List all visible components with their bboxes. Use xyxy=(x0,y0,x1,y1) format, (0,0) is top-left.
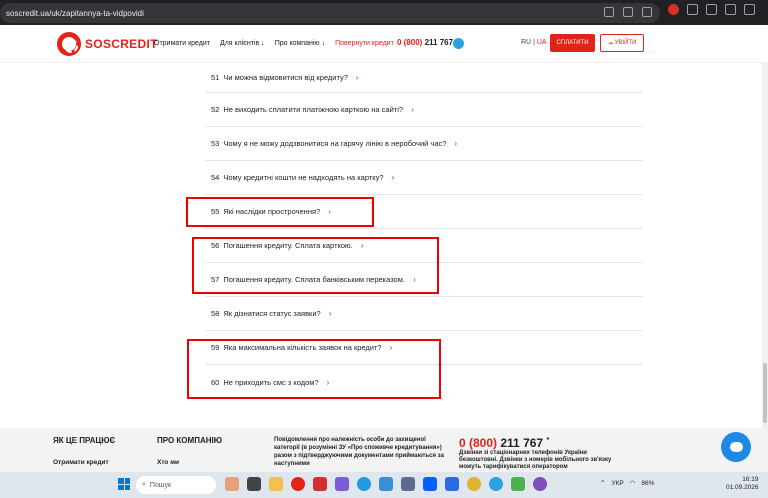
site-footer: ЯК ЦЕ ПРАЦЮЄ Отримати кредит ПРО КОМПАНІ… xyxy=(0,428,768,472)
faq-item[interactable]: 53 Чому я не можу додзвонитися на гарячу… xyxy=(205,127,643,161)
profile-icon[interactable] xyxy=(725,4,736,15)
viber-icon[interactable] xyxy=(533,477,547,491)
sidebar-icon[interactable] xyxy=(706,4,717,15)
faq-item[interactable]: 58 Як дізнатися статус заявки? › xyxy=(205,297,643,331)
lang-ru[interactable]: RU xyxy=(521,39,531,46)
footer-link-get-credit[interactable]: Отримати кредит xyxy=(53,459,109,466)
zoom-icon[interactable] xyxy=(604,7,614,17)
edge-icon[interactable] xyxy=(357,477,371,491)
logo[interactable]: SOSCREDIT xyxy=(57,32,158,56)
eye-off-icon[interactable] xyxy=(623,7,633,17)
menu-icon[interactable] xyxy=(744,4,755,15)
windows-start-icon[interactable] xyxy=(118,478,130,490)
footer-how-it-works-title: ЯК ЦЕ ПРАЦЮЄ xyxy=(53,436,116,445)
footer-phone[interactable]: 0 (800) 211 767 * xyxy=(459,436,549,450)
dropbox-icon[interactable] xyxy=(423,477,437,491)
app-green-icon[interactable] xyxy=(511,477,525,491)
nav-about[interactable]: Про компанію ↓ xyxy=(275,40,325,47)
extensions-puzzle-icon[interactable] xyxy=(687,4,698,15)
extension-icon[interactable] xyxy=(668,4,679,15)
address-bar[interactable]: soscredit.ua/uk/zapitannya-ta-vidpovidi xyxy=(0,3,660,23)
highlight-box xyxy=(192,237,439,294)
chevron-right-icon: › xyxy=(328,309,332,318)
faq-item[interactable]: 51 Чи можна відмовитися від кредиту? › xyxy=(205,63,643,93)
widgets-icon[interactable] xyxy=(225,477,239,491)
site-header: SOSCREDIT Отримати кредит Для клієнтів ↓… xyxy=(0,25,768,63)
system-tray: ⌃ УКР ◠ 86% xyxy=(600,479,654,488)
chat-button[interactable] xyxy=(721,432,751,462)
pay-button[interactable]: СПЛАТИТИ xyxy=(550,34,595,52)
os-taskbar: ⌕ Пошук ⌃ УКР ◠ 86% 16:19 01.09.2026 xyxy=(0,472,768,498)
logo-text: SOSCREDIT xyxy=(85,37,158,51)
telegram-icon[interactable] xyxy=(453,38,464,49)
login-icon: ⇥ xyxy=(607,40,613,47)
file-explorer-icon[interactable] xyxy=(269,477,283,491)
app-store-icon[interactable] xyxy=(445,477,459,491)
highlight-box xyxy=(187,339,441,399)
nav-for-clients[interactable]: Для клієнтів ↓ xyxy=(220,40,265,47)
lang-ua[interactable]: UA xyxy=(537,39,547,46)
footer-notice: Повідомлення про належність особи до зах… xyxy=(274,437,444,467)
faq-item[interactable]: 54 Чому кредитні кошти не надходять на к… xyxy=(205,161,643,195)
taskbar-clock[interactable]: 16:19 01.09.2026 xyxy=(726,476,759,492)
chat-icon xyxy=(729,442,743,452)
tray-chevron-icon[interactable]: ⌃ xyxy=(600,479,605,487)
page-scrollbar[interactable] xyxy=(762,63,768,428)
task-view-icon[interactable] xyxy=(247,477,261,491)
login-button[interactable]: ⇥ УВІЙТИ xyxy=(600,34,644,52)
photos-icon[interactable] xyxy=(379,477,393,491)
scroll-thumb[interactable] xyxy=(763,363,767,423)
chevron-right-icon: › xyxy=(454,139,458,148)
search-icon: ⌕ xyxy=(142,481,146,488)
taskbar-search[interactable]: ⌕ Пошук xyxy=(136,476,216,494)
language-switch: RU | UA xyxy=(521,39,547,46)
nav-get-credit[interactable]: Отримати кредит xyxy=(154,40,210,47)
opera-icon[interactable] xyxy=(291,477,305,491)
chrome-icon[interactable] xyxy=(467,477,481,491)
browser-toolbar: soscredit.ua/uk/zapitannya-ta-vidpovidi xyxy=(0,0,768,25)
battery-level[interactable]: 86% xyxy=(641,480,654,487)
header-phone[interactable]: 0 (800) 211 767 xyxy=(397,38,453,47)
app-people-icon[interactable] xyxy=(401,477,415,491)
url-text[interactable]: soscredit.ua/uk/zapitannya-ta-vidpovidi xyxy=(6,9,144,18)
telegram-taskbar-icon[interactable] xyxy=(489,477,503,491)
lifebuoy-icon xyxy=(57,32,81,56)
app-copilot-icon[interactable] xyxy=(335,477,349,491)
bookmark-star-icon[interactable] xyxy=(642,7,652,17)
app-l-icon[interactable] xyxy=(313,477,327,491)
chevron-right-icon: › xyxy=(411,105,414,114)
faq-item[interactable]: 52 Не виходить сплатити платіжною картко… xyxy=(205,93,643,127)
chevron-right-icon: › xyxy=(355,73,359,82)
main-nav: Отримати кредит Для клієнтів ↓ Про компа… xyxy=(154,40,394,47)
input-language[interactable]: УКР xyxy=(611,480,623,487)
footer-link-who-we-are[interactable]: Хто ми xyxy=(157,459,179,466)
footer-about-title: ПРО КОМПАНІЮ xyxy=(157,436,222,445)
footer-phone-note: Дзвінки зі стаціонарних телефонів Україн… xyxy=(459,450,612,470)
chevron-right-icon: › xyxy=(391,173,395,182)
wifi-icon[interactable]: ◠ xyxy=(630,479,636,487)
nav-repay-credit[interactable]: Повернути кредит xyxy=(335,40,394,47)
highlight-box xyxy=(186,197,374,227)
